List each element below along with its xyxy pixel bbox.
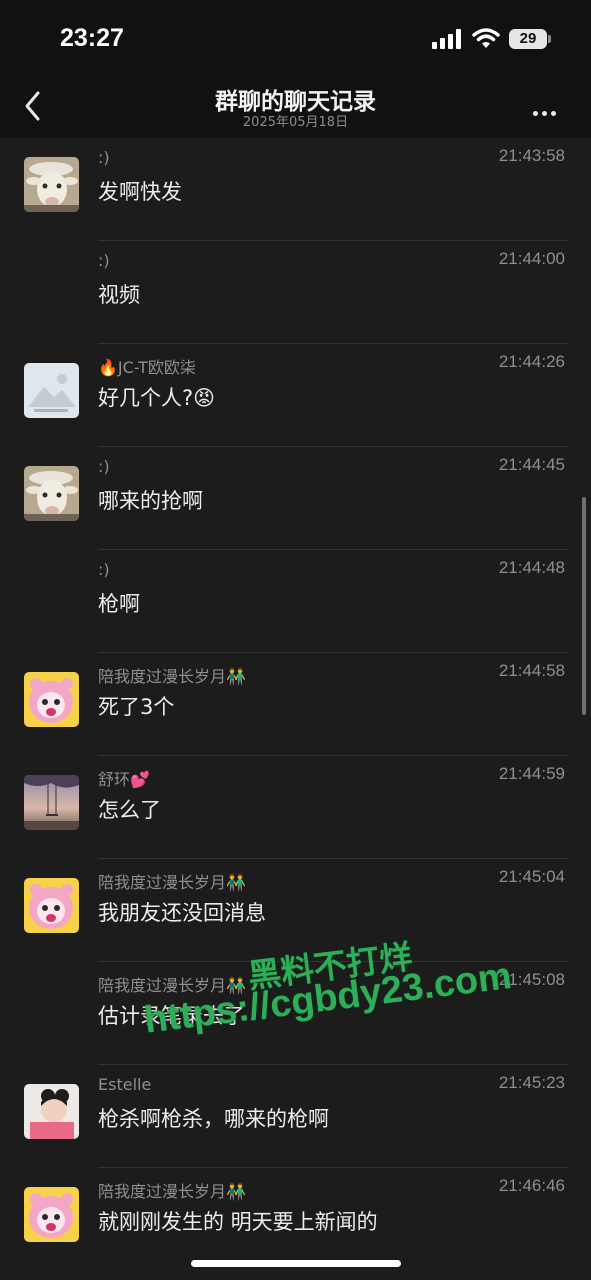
message-text: 哪来的抢啊: [98, 489, 203, 513]
message-time: 21:46:46: [498, 1176, 565, 1195]
message-text: 发啊快发: [98, 180, 182, 204]
message-item[interactable]: 舒环💕 21:44:59 怎么了: [0, 756, 591, 859]
message-item[interactable]: Estelle 21:45:23 枪杀啊枪杀，哪来的枪啊: [0, 1065, 591, 1168]
message-item[interactable]: 🔥JC-T欧欧柒 21:44:26 好几个人?😡: [0, 344, 591, 447]
message-item[interactable]: 陪我度过漫长岁月👬 21:44:58 死了3个: [0, 653, 591, 756]
message-time: 21:44:00: [498, 249, 565, 268]
sender-name: 陪我度过漫长岁月👬: [98, 667, 246, 686]
message-time: 21:44:48: [498, 558, 565, 577]
message-text: 死了3个: [98, 695, 175, 719]
message-time: 21:44:59: [498, 764, 565, 783]
wifi-icon: [472, 28, 500, 48]
message-text: 我朋友还没回消息: [98, 901, 266, 925]
avatar-pink-cartoon[interactable]: [24, 878, 79, 933]
sender-name: 🔥JC-T欧欧柒: [98, 358, 196, 377]
avatar-goat[interactable]: [24, 157, 79, 212]
message-item[interactable]: :) 21:44:00 视频: [0, 241, 591, 344]
sender-name: :): [98, 560, 110, 579]
avatar-pink-cartoon[interactable]: [24, 672, 79, 727]
message-time: 21:44:26: [498, 352, 565, 371]
message-text: 就刚刚发生的 明天要上新闻的: [98, 1210, 378, 1234]
status-time: 23:27: [60, 24, 124, 52]
message-time: 21:44:58: [498, 661, 565, 680]
signal-icon: [432, 29, 461, 49]
message-text: 视频: [98, 283, 140, 307]
message-time: 21:43:58: [498, 146, 565, 165]
message-item[interactable]: :) 21:43:58 发啊快发: [0, 138, 591, 241]
message-text: 枪啊: [98, 592, 140, 616]
sender-name: :): [98, 148, 110, 167]
battery-nub: [548, 35, 551, 43]
message-list[interactable]: :) 21:43:58 发啊快发 :) 21:44:00 视频 🔥JC-T欧欧柒…: [0, 138, 591, 1271]
avatar-pink-cartoon[interactable]: [24, 1187, 79, 1242]
nav-bar: 群聊的聊天记录 2025年05月18日: [0, 74, 591, 138]
sender-name: 陪我度过漫长岁月👬: [98, 873, 246, 892]
sender-name: 陪我度过漫长岁月👬: [98, 1182, 246, 1201]
message-item[interactable]: :) 21:44:48 枪啊: [0, 550, 591, 653]
message-item[interactable]: :) 21:44:45 哪来的抢啊: [0, 447, 591, 550]
message-item[interactable]: 陪我度过漫长岁月👬 21:46:46 就刚刚发生的 明天要上新闻的: [0, 1168, 591, 1271]
message-time: 21:44:45: [498, 455, 565, 474]
avatar-sunset-swing[interactable]: [24, 775, 79, 830]
sender-name: Estelle: [98, 1075, 152, 1094]
home-indicator[interactable]: [191, 1260, 401, 1267]
avatar-goat[interactable]: [24, 466, 79, 521]
page-subtitle: 2025年05月18日: [242, 115, 349, 130]
sender-name: 舒环💕: [98, 770, 150, 789]
sender-name: :): [98, 251, 110, 270]
more-icon[interactable]: [533, 101, 560, 120]
battery-icon: 29: [509, 29, 547, 49]
message-text: 好几个人?😡: [98, 386, 216, 410]
message-time: 21:45:04: [498, 867, 565, 886]
message-time: 21:45:23: [498, 1073, 565, 1092]
message-text: 怎么了: [98, 798, 161, 822]
message-text: 枪杀啊枪杀，哪来的枪啊: [98, 1107, 329, 1131]
scrollbar[interactable]: [582, 497, 586, 715]
avatar-placeholder[interactable]: [24, 363, 79, 418]
avatar-child-photo[interactable]: [24, 1084, 79, 1139]
sender-name: :): [98, 457, 110, 476]
status-bar: 23:27 29: [0, 0, 591, 74]
